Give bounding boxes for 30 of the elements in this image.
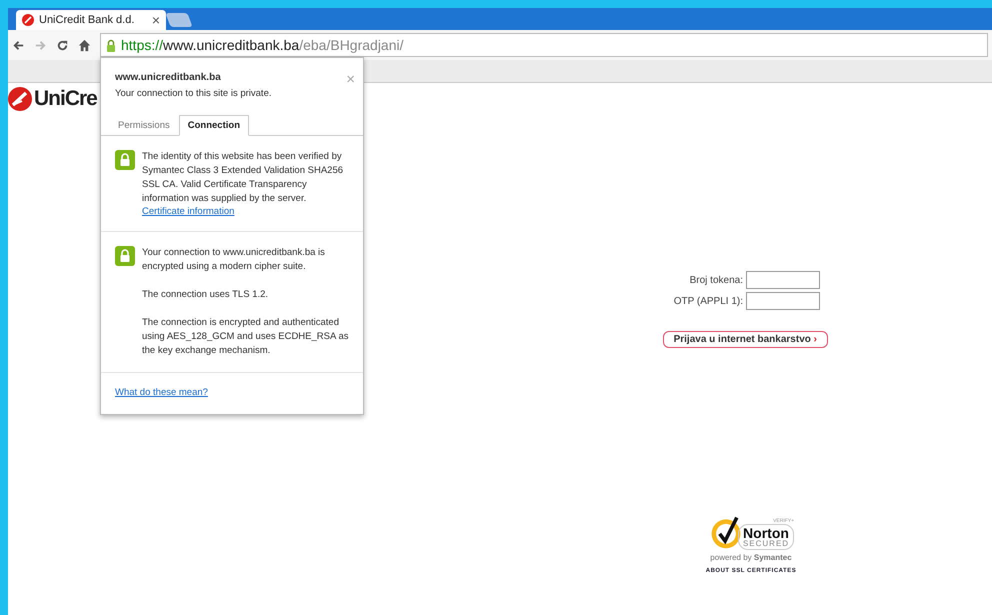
field-label: Broj tokena: [690,274,743,286]
powered-by-text: powered by Symantec [710,553,792,562]
connection-text: The identity of this website has been verified by Symantec Class 3 Extended Validation SHA256 SSL CA. Valid Certificate Transparency information was supplied by the server. [142,150,344,206]
reload-icon[interactable] [56,38,69,52]
lock-icon [115,246,135,266]
input-field[interactable] [746,271,820,289]
field-label: OTP (APPLI 1): [674,296,743,306]
input-field[interactable] [746,292,820,310]
connection-text: The connection is encrypted and authenticated using AES_128_GCM and uses ECDHE_RSA as the key exchange mechanism. [142,316,350,358]
popup-tab[interactable]: Connection [178,115,249,136]
back-icon[interactable] [12,38,25,52]
connection-text: Your connection to www.unicreditbank.ba is encrypted using a modern cipher suite. [142,246,326,274]
site-name: www.unicreditbank.ba [115,72,222,83]
connection-text: The connection uses TLS 1.2. [142,288,270,302]
home-icon[interactable] [78,38,91,52]
lock-icon[interactable] [106,38,116,52]
norton-badge: Norton SECURED [738,524,794,550]
new-tab-button[interactable] [165,13,193,27]
logo-text: UniCre [34,87,97,111]
close-icon[interactable]: × [152,12,160,28]
privacy-status: Your connection to this site is private. [115,88,272,99]
help-link[interactable]: What do these mean? [115,387,208,398]
browser-tab[interactable]: UniCredit Bank d.d. × [16,10,166,30]
tab-title: UniCredit Bank d.d. [39,14,136,26]
lock-icon [115,150,135,170]
logo-icon [22,14,34,26]
popup-tab[interactable]: Permissions [109,115,179,136]
login-button[interactable]: Prijava u internet bankarstvo › [662,331,828,348]
certificate-link[interactable]: Certificate information [142,206,234,217]
address-bar[interactable]: https://www.unicreditbank.ba/eba/BHgradjani/ [100,33,988,57]
